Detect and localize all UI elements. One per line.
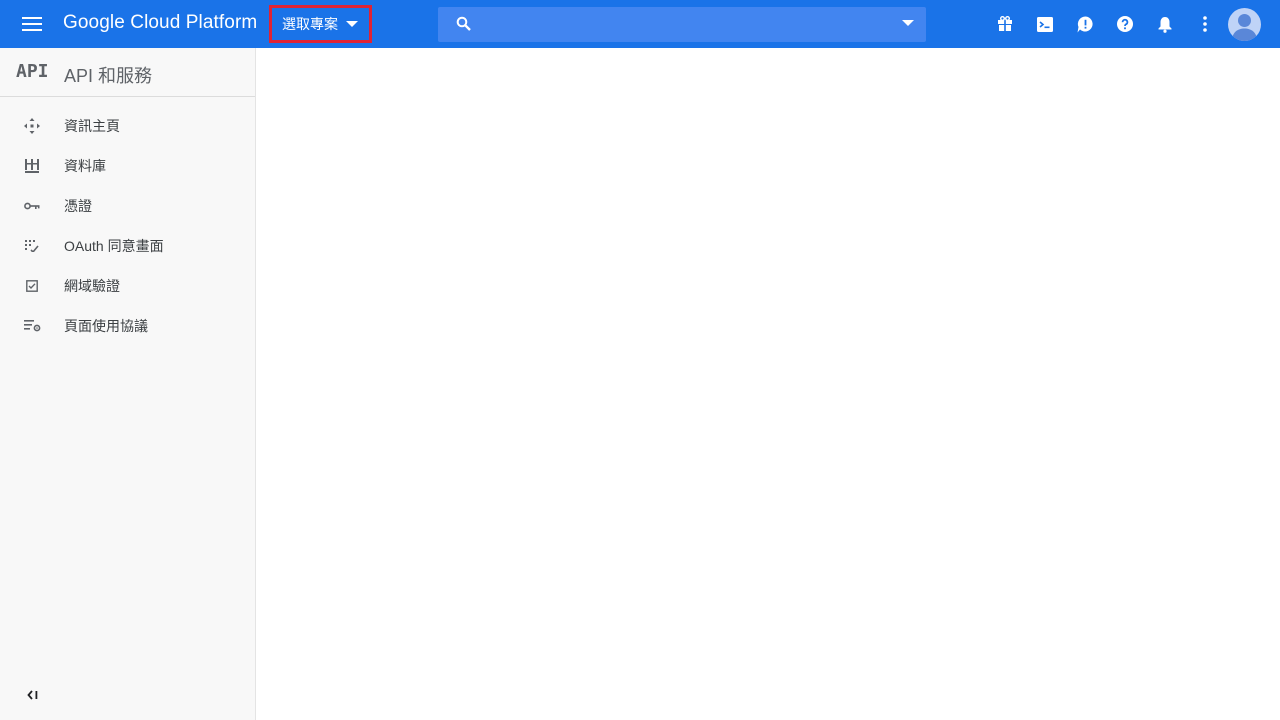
search-icon (456, 16, 472, 32)
search-bar[interactable] (438, 7, 926, 42)
top-app-bar: Google Cloud Platform 選取專案 (0, 0, 1280, 48)
sidebar-item-domain-verification[interactable]: 網域驗證 (0, 266, 255, 306)
gift-icon[interactable] (993, 12, 1017, 36)
main-content (256, 48, 1280, 720)
library-icon (23, 157, 41, 175)
sidebar-item-label: 資訊主頁 (64, 118, 120, 134)
cloud-shell-icon[interactable] (1033, 12, 1057, 36)
help-icon[interactable] (1113, 12, 1137, 36)
sidebar-item-page-usage-agreements[interactable]: 頁面使用協議 (0, 306, 255, 346)
checkbox-icon (23, 277, 41, 295)
sidebar-item-label: 資料庫 (64, 158, 106, 174)
menu-icon[interactable] (16, 8, 48, 40)
api-logo: API (16, 61, 49, 82)
collapse-sidebar-icon[interactable] (24, 686, 42, 704)
sidebar: API API 和服務 資訊主頁 資料庫 憑證 OAuth 同意畫面 網域驗證 (0, 48, 256, 720)
sidebar-title: API 和服務 (64, 66, 153, 86)
chevron-down-icon (346, 21, 358, 27)
consent-grid-icon (23, 237, 41, 255)
notifications-icon[interactable] (1153, 12, 1177, 36)
sidebar-item-label: 網域驗證 (64, 278, 120, 294)
account-avatar[interactable] (1228, 8, 1261, 41)
key-icon (23, 197, 41, 215)
sidebar-item-label: OAuth 同意畫面 (64, 238, 164, 254)
app-title[interactable]: Google Cloud Platform (63, 12, 257, 34)
sidebar-item-dashboard[interactable]: 資訊主頁 (0, 106, 255, 146)
sidebar-item-oauth-consent[interactable]: OAuth 同意畫面 (0, 226, 255, 266)
feedback-icon[interactable] (1073, 12, 1097, 36)
project-picker-button[interactable]: 選取專案 (269, 5, 372, 43)
search-input[interactable] (486, 7, 886, 42)
settings-list-icon (23, 317, 41, 335)
dashboard-icon (23, 117, 41, 135)
sidebar-item-label: 憑證 (64, 198, 92, 214)
project-picker-label: 選取專案 (282, 16, 338, 32)
sidebar-item-library[interactable]: 資料庫 (0, 146, 255, 186)
search-dropdown-icon[interactable] (902, 20, 914, 26)
sidebar-item-label: 頁面使用協議 (64, 318, 148, 334)
sidebar-item-credentials[interactable]: 憑證 (0, 186, 255, 226)
more-vert-icon[interactable] (1193, 12, 1217, 36)
sidebar-header: API API 和服務 (0, 48, 255, 97)
